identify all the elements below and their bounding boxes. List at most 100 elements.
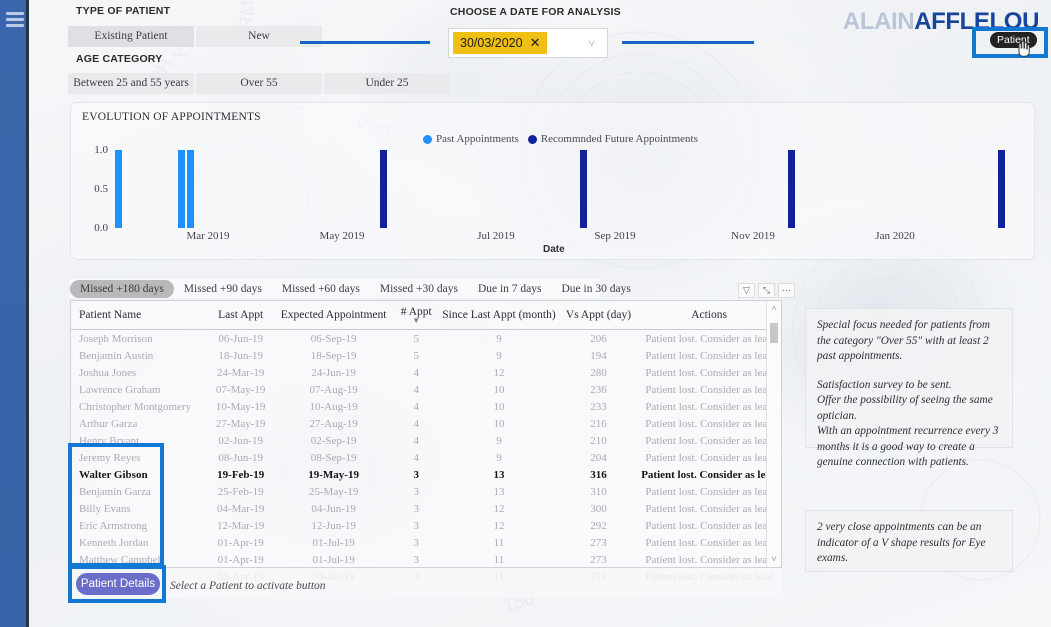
table-row[interactable]: Eric Armstrong 12-Mar-19 12-Jun-19 3 12 292 Pa… — [71, 517, 781, 534]
legend-label-future: Recommnded Future Appointments — [540, 133, 698, 145]
cell-action: Patient lost. Consider as lead — [645, 434, 773, 447]
table-row[interactable]: Lawrence Graham 07-May-19 07-Aug-19 4 10 236 P… — [71, 381, 781, 398]
col-patient-name[interactable]: Patient Name — [71, 301, 209, 330]
tab-missed-30[interactable]: Missed +30 days — [370, 280, 468, 298]
hand-pointer-icon — [1018, 40, 1030, 57]
missed-due-tabstrip[interactable]: Missed +180 days Missed +90 days Missed … — [70, 279, 631, 298]
bar-future-1[interactable] — [380, 150, 387, 228]
col-expected-appointment[interactable]: Expected Appointment — [272, 301, 395, 330]
cell-last-appt: 27-May-19 — [215, 417, 266, 430]
filter-age-under-25[interactable]: Under 25 — [324, 73, 450, 94]
table-row[interactable]: Benjamin Austin 18-Jun-19 18-Sep-19 5 9 194 Pa… — [71, 347, 781, 364]
col-vs-appt[interactable]: Vs Appt (day) — [559, 301, 638, 330]
date-value-chip[interactable]: 30/03/2020 ✕ — [453, 32, 548, 54]
date-value-text: 30/03/2020 — [460, 36, 523, 50]
bar-future-3[interactable] — [788, 150, 795, 228]
table-row[interactable]: Benjamin Garza 25-Feb-19 25-May-19 3 13 310 Pa… — [71, 483, 781, 500]
cell-num-appt: 4 — [413, 400, 419, 413]
cell-patient-name: Benjamin Austin — [79, 349, 154, 362]
table-row[interactable]: Christopher Montgomery 10-May-19 10-Aug-19… — [71, 398, 781, 415]
bar-past-1[interactable] — [115, 150, 122, 228]
filter-age-25-55[interactable]: Between 25 and 55 years — [68, 73, 194, 94]
table-header-row: Patient Name Last Appt Expected Appointm… — [71, 301, 781, 330]
scrollbar-thumb[interactable] — [770, 323, 778, 343]
cell-since-last-appt: 12 — [493, 366, 505, 379]
footer-hint-text: Select a Patient to activate button — [170, 580, 326, 592]
note-top-line-2: Satisfaction survey to be sent. — [817, 378, 952, 391]
cell-last-appt: 06-Jun-19 — [218, 332, 263, 345]
legend-item-future: Recommnded Future Appointments — [527, 133, 698, 145]
highlight-box-patient-details-button — [68, 565, 166, 603]
cell-num-appt: 5 — [413, 349, 419, 362]
note-top-line-1: Special focus needed for patients from t… — [817, 319, 991, 362]
cell-vs-appt: 210 — [590, 434, 607, 447]
bar-future-2[interactable] — [580, 150, 587, 228]
col-num-appt[interactable]: # Appt ▼ — [394, 301, 439, 330]
cell-num-appt: 3 — [413, 485, 419, 498]
table-row[interactable]: Joshua Jones 24-Mar-19 24-Jun-19 4 12 280 Pati… — [71, 364, 781, 381]
tab-missed-180[interactable]: Missed +180 days — [70, 279, 174, 298]
focus-mode-icon[interactable]: ⤡ — [758, 283, 775, 298]
hamburger-menu-icon[interactable] — [6, 12, 24, 30]
cell-num-appt: 4 — [413, 417, 419, 430]
bar-past-3[interactable] — [187, 150, 194, 228]
patients-table-body: Joseph Morrison 06-Jun-19 06-Sep-19 5 9 206 Pa… — [71, 330, 781, 586]
chart-x-axis: Mar 2019 May 2019 Jul 2019 Sep 2019 Nov … — [110, 230, 1020, 246]
tab-missed-60[interactable]: Missed +60 days — [272, 280, 370, 298]
brand-name-light: ALAIN — [842, 8, 915, 35]
col-actions[interactable]: Actions — [637, 301, 781, 330]
cell-action: Patient lost. Consider as lead — [645, 349, 773, 362]
filter-icon[interactable]: ▽ — [738, 283, 755, 298]
type-of-patient-segmented[interactable]: Existing Patient New — [68, 26, 322, 47]
table-row[interactable]: Kenneth Jordan 01-Apr-19 01-Jul-19 3 11 273 Pa… — [71, 534, 781, 551]
cell-since-last-appt: 13 — [493, 485, 505, 498]
table-row[interactable]: Joseph Morrison 06-Jun-19 06-Sep-19 5 9 206 Pa… — [71, 330, 781, 348]
table-toolbar[interactable]: ▽ ⤡ ⋯ — [738, 283, 795, 298]
cell-patient-name: Lawrence Graham — [79, 383, 161, 396]
scroll-down-icon[interactable]: ˅ — [767, 553, 781, 565]
cell-expected-appointment: 10-Aug-19 — [309, 400, 358, 413]
x-tick-5: Nov 2019 — [731, 230, 775, 242]
cell-num-appt: 3 — [413, 502, 419, 515]
cell-num-appt: 4 — [413, 383, 419, 396]
cell-vs-appt: 273 — [590, 553, 607, 566]
table-row[interactable]: Matthew Campbell 01-Apr-19 01-Jul-19 3 11 273… — [71, 551, 781, 568]
legend-swatch-past-icon — [423, 134, 432, 144]
table-row[interactable]: Henry Bryant 02-Jun-19 02-Sep-19 4 9 210 Patie… — [71, 432, 781, 449]
tab-due-30[interactable]: Due in 30 days — [552, 280, 641, 298]
tab-missed-90[interactable]: Missed +90 days — [174, 280, 272, 298]
cell-num-appt: 4 — [413, 366, 419, 379]
table-row[interactable]: Walter Gibson 19-Feb-19 19-May-19 3 13 316 Pat… — [71, 466, 781, 483]
cell-expected-appointment: 24-Jun-19 — [311, 366, 356, 379]
cell-last-appt: 07-May-19 — [215, 383, 266, 396]
cell-expected-appointment: 04-Jun-19 — [311, 502, 356, 515]
cell-vs-appt: 204 — [590, 451, 607, 464]
cell-action: Patient lost. Consider as lead — [645, 383, 773, 396]
tab-due-7[interactable]: Due in 7 days — [468, 280, 552, 298]
cell-vs-appt: 216 — [590, 417, 607, 430]
close-icon[interactable]: ✕ — [530, 35, 541, 51]
col-since-last-appt[interactable]: Since Last Appt (month) — [438, 301, 560, 330]
filter-age-over-55[interactable]: Over 55 — [196, 73, 322, 94]
legend-item-past: Past Appointments — [423, 133, 519, 145]
cell-vs-appt: 316 — [590, 468, 607, 481]
date-picker[interactable]: 30/03/2020 ✕ ˅ — [448, 28, 608, 58]
age-category-segmented[interactable]: Between 25 and 55 years Over 55 Under 25 — [68, 73, 450, 94]
table-row[interactable]: Jeremy Reyes 08-Jun-19 08-Sep-19 4 9 204 Patie… — [71, 449, 781, 466]
scroll-up-icon[interactable]: ^ — [767, 303, 781, 315]
more-options-icon[interactable]: ⋯ — [778, 283, 795, 298]
bar-past-2[interactable] — [178, 150, 185, 228]
cell-action: Patient lost. Consider as lead — [645, 502, 773, 515]
left-navigation-rail[interactable] — [0, 0, 29, 627]
table-row[interactable]: Arthur Garza 27-May-19 27-Aug-19 4 10 216 Pati… — [71, 415, 781, 432]
bar-future-4[interactable] — [998, 150, 1005, 228]
cell-num-appt: 4 — [413, 451, 419, 464]
table-vertical-scrollbar[interactable]: ^ ˅ — [766, 301, 781, 567]
table-row[interactable]: Billy Evans 04-Mar-19 04-Jun-19 3 12 300 Patie… — [71, 500, 781, 517]
filter-existing-patient[interactable]: Existing Patient — [68, 26, 194, 47]
cell-patient-name: Joshua Jones — [79, 366, 137, 379]
insight-note-bottom: 2 very close appointments can be an indi… — [805, 510, 1013, 572]
cell-expected-appointment: 02-Sep-19 — [310, 434, 357, 447]
col-last-appt[interactable]: Last Appt — [208, 301, 273, 330]
chevron-down-icon[interactable]: ˅ — [588, 36, 595, 51]
